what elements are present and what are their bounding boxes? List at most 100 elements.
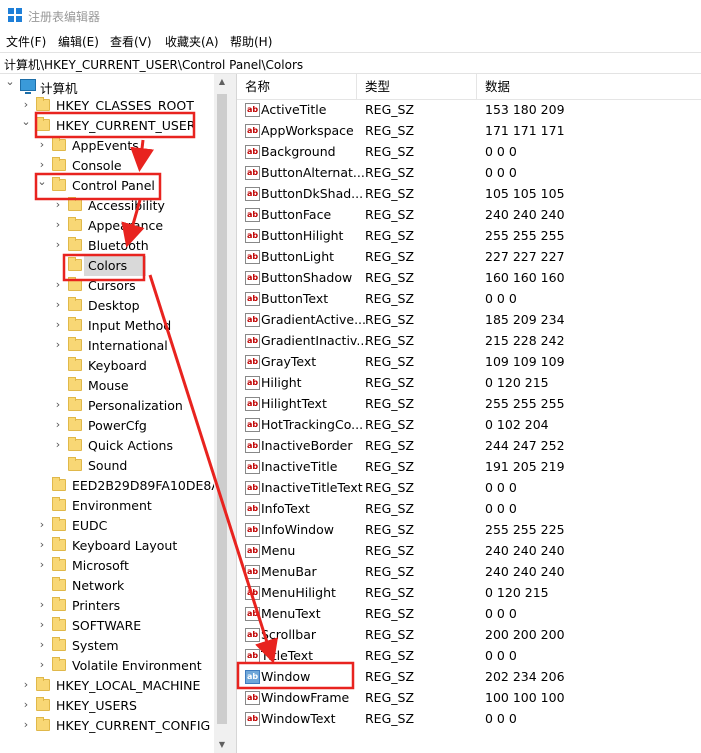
tree-node[interactable]: › Bluetooth <box>0 236 214 256</box>
tree-node[interactable]: › HKEY_USERS <box>0 696 214 716</box>
tree-node[interactable]: Mouse <box>0 376 214 396</box>
chevron-down-icon[interactable]: ⌄ <box>4 75 16 89</box>
value-row[interactable]: ab Background REG_SZ 0 0 0 <box>237 142 701 163</box>
menu-edit[interactable]: 编辑(E) <box>58 33 99 50</box>
value-row[interactable]: ab ButtonAlternat... REG_SZ 0 0 0 <box>237 163 701 184</box>
chevron-right-icon[interactable]: › <box>20 98 32 112</box>
value-row[interactable]: ab ButtonShadow REG_SZ 160 160 160 <box>237 268 701 289</box>
tree-node[interactable]: ⌄ Control Panel <box>0 175 214 196</box>
tree-node[interactable]: › PowerCfg <box>0 416 214 436</box>
value-row[interactable]: ab MenuBar REG_SZ 240 240 240 <box>237 562 701 583</box>
chevron-right-icon[interactable]: › <box>36 138 48 152</box>
tree-node[interactable]: › Input Method <box>0 316 214 336</box>
value-row[interactable]: ab ButtonDkShad... REG_SZ 105 105 105 <box>237 184 701 205</box>
tree-scrollbar-thumb[interactable] <box>217 94 227 724</box>
value-row[interactable]: ab Window REG_SZ 202 234 206 <box>237 667 701 688</box>
tree-node[interactable]: Sound <box>0 456 214 476</box>
value-row[interactable]: ab HotTrackingCo... REG_SZ 0 102 204 <box>237 415 701 436</box>
tree-node[interactable]: › Appearance <box>0 216 214 236</box>
value-row[interactable]: ab Hilight REG_SZ 0 120 215 <box>237 373 701 394</box>
chevron-right-icon[interactable]: › <box>52 238 64 252</box>
value-row[interactable]: ab InactiveTitleText REG_SZ 0 0 0 <box>237 478 701 499</box>
tree-node[interactable]: › EUDC <box>0 516 214 536</box>
value-row[interactable]: ab GradientActive... REG_SZ 185 209 234 <box>237 310 701 331</box>
address-path[interactable]: 计算机\HKEY_CURRENT_USER\Control Panel\Colo… <box>4 56 303 73</box>
tree-node[interactable]: Colors <box>0 256 214 276</box>
menu-help[interactable]: 帮助(H) <box>230 33 272 50</box>
value-row[interactable]: ab TitleText REG_SZ 0 0 0 <box>237 646 701 667</box>
tree-node[interactable]: › Microsoft <box>0 556 214 576</box>
value-row[interactable]: ab GradientInactiv... REG_SZ 215 228 242 <box>237 331 701 352</box>
menu-view[interactable]: 查看(V) <box>110 33 152 50</box>
key-tree[interactable]: ⌄ 计算机 › HKEY_CLASSES_ROOT ⌄ HKEY_CURRENT_USER… <box>0 74 230 753</box>
tree-node[interactable]: ⌄ HKEY_CURRENT_USER <box>0 115 214 136</box>
chevron-right-icon[interactable]: › <box>36 538 48 552</box>
chevron-right-icon[interactable]: › <box>36 158 48 172</box>
tree-node[interactable]: › Volatile Environment <box>0 656 214 676</box>
value-row[interactable]: ab ActiveTitle REG_SZ 153 180 209 <box>237 100 701 121</box>
scroll-down-arrow-icon[interactable]: ▼ <box>214 737 230 753</box>
tree-node[interactable]: ⌄ 计算机 <box>0 75 214 96</box>
chevron-right-icon[interactable]: › <box>52 418 64 432</box>
chevron-right-icon[interactable]: › <box>20 698 32 712</box>
tree-node[interactable]: › SOFTWARE <box>0 616 214 636</box>
chevron-right-icon[interactable]: › <box>36 658 48 672</box>
value-row[interactable]: ab ButtonText REG_SZ 0 0 0 <box>237 289 701 310</box>
tree-node[interactable]: EED2B29D89FA10DE8A1 <box>0 476 228 496</box>
value-row[interactable]: ab MenuHilight REG_SZ 0 120 215 <box>237 583 701 604</box>
value-row[interactable]: ab InactiveBorder REG_SZ 244 247 252 <box>237 436 701 457</box>
tree-node[interactable]: › HKEY_CLASSES_ROOT <box>0 96 214 116</box>
tree-node[interactable]: › HKEY_CURRENT_CONFIG <box>0 716 214 736</box>
tree-node[interactable]: › Accessibility <box>0 196 214 216</box>
value-row[interactable]: ab ButtonLight REG_SZ 227 227 227 <box>237 247 701 268</box>
value-list[interactable]: 名称 类型 数据 ab ActiveTitle REG_SZ 153 180 209 a… <box>237 74 701 753</box>
chevron-right-icon[interactable]: › <box>52 198 64 212</box>
tree-node[interactable]: › System <box>0 636 214 656</box>
chevron-right-icon[interactable]: › <box>36 618 48 632</box>
tree-node[interactable]: › Cursors <box>0 276 214 296</box>
value-row[interactable]: ab WindowText REG_SZ 0 0 0 <box>237 709 701 730</box>
column-header-name[interactable]: 名称 <box>237 74 357 100</box>
value-row[interactable]: ab AppWorkspace REG_SZ 171 171 171 <box>237 121 701 142</box>
scroll-up-arrow-icon[interactable]: ▲ <box>214 74 230 90</box>
tree-node[interactable]: › Keyboard Layout <box>0 536 214 556</box>
chevron-right-icon[interactable]: › <box>36 518 48 532</box>
value-row[interactable]: ab Scrollbar REG_SZ 200 200 200 <box>237 625 701 646</box>
tree-node[interactable]: Network <box>0 576 214 596</box>
tree-node[interactable]: › Personalization <box>0 396 214 416</box>
value-row[interactable]: ab WindowFrame REG_SZ 100 100 100 <box>237 688 701 709</box>
tree-node[interactable]: Keyboard <box>0 356 214 376</box>
tree-node[interactable]: Environment <box>0 496 214 516</box>
tree-scrollbar[interactable]: ▲ ▼ <box>214 74 230 753</box>
chevron-right-icon[interactable]: › <box>52 318 64 332</box>
tree-node[interactable]: › Printers <box>0 596 214 616</box>
value-row[interactable]: ab InfoWindow REG_SZ 255 255 225 <box>237 520 701 541</box>
chevron-right-icon[interactable]: › <box>52 218 64 232</box>
value-row[interactable]: ab ButtonHilight REG_SZ 255 255 255 <box>237 226 701 247</box>
chevron-right-icon[interactable]: › <box>52 298 64 312</box>
tree-node[interactable]: › HKEY_LOCAL_MACHINE <box>0 676 214 696</box>
menu-file[interactable]: 文件(F) <box>6 33 46 50</box>
menu-favorites[interactable]: 收藏夹(A) <box>165 33 219 50</box>
tree-node[interactable]: › International <box>0 336 214 356</box>
chevron-right-icon[interactable]: › <box>20 718 32 732</box>
value-row[interactable]: ab ButtonFace REG_SZ 240 240 240 <box>237 205 701 226</box>
chevron-right-icon[interactable]: › <box>52 438 64 452</box>
chevron-right-icon[interactable]: › <box>36 638 48 652</box>
chevron-right-icon[interactable]: › <box>36 598 48 612</box>
tree-node[interactable]: › AppEvents <box>0 136 214 156</box>
chevron-right-icon[interactable]: › <box>52 398 64 412</box>
chevron-right-icon[interactable]: › <box>52 338 64 352</box>
value-row[interactable]: ab InactiveTitle REG_SZ 191 205 219 <box>237 457 701 478</box>
address-bar[interactable]: 计算机\HKEY_CURRENT_USER\Control Panel\Colo… <box>0 52 701 74</box>
value-row[interactable]: ab Menu REG_SZ 240 240 240 <box>237 541 701 562</box>
chevron-right-icon[interactable]: › <box>36 558 48 572</box>
tree-node[interactable]: › Desktop <box>0 296 214 316</box>
tree-node[interactable]: › Console <box>0 156 214 176</box>
column-header-data[interactable]: 数据 <box>477 74 701 100</box>
chevron-right-icon[interactable]: › <box>52 278 64 292</box>
value-row[interactable]: ab HilightText REG_SZ 255 255 255 <box>237 394 701 415</box>
chevron-right-icon[interactable]: › <box>20 678 32 692</box>
value-row[interactable]: ab GrayText REG_SZ 109 109 109 <box>237 352 701 373</box>
value-row[interactable]: ab MenuText REG_SZ 0 0 0 <box>237 604 701 625</box>
